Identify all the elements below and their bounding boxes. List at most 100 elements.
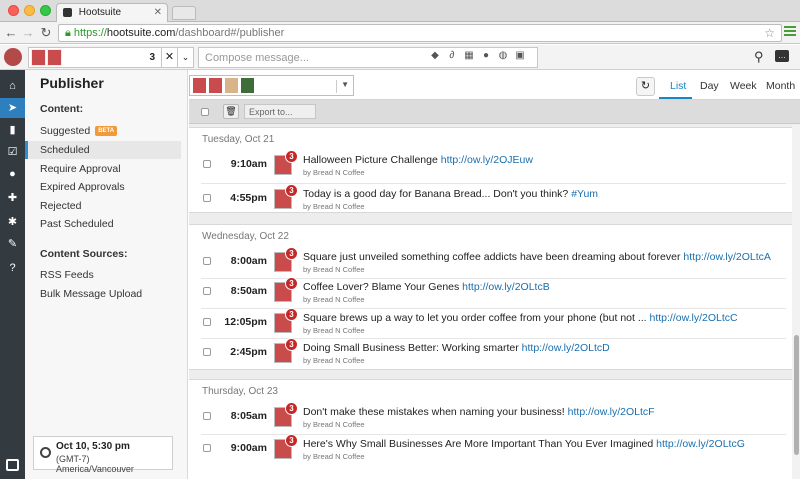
owl-logo-icon[interactable] [4,48,22,66]
lock-icon[interactable]: ▣ [515,50,525,61]
browser-tab[interactable]: Hootsuite ✕ [56,3,168,22]
url-scheme: https:// [73,27,107,39]
location-icon[interactable]: ● [481,50,491,61]
post-hashtag[interactable]: #Yum [571,188,598,200]
help-icon[interactable]: ? [0,258,25,278]
sidebar-item-rss-feeds[interactable]: RSS Feeds [25,266,181,284]
refresh-icon[interactable]: ↻ [636,77,655,96]
bookmark-star-icon[interactable]: ☆ [764,26,775,40]
tab-month[interactable]: Month [766,80,795,92]
profile-count-badge: 3 [285,247,298,260]
url-input[interactable]: 🔒︎ https://hootsuite.com/dashboard#/publi… [58,24,782,42]
post-text: Coffee Lover? Blame Your Genes http://ow… [303,281,550,293]
post-checkbox[interactable] [203,194,211,202]
analytics-icon[interactable]: ▮ [0,120,25,140]
sidebar-item-label: Past Scheduled [40,218,114,230]
browser-tab-bar: Hootsuite ✕ [0,0,800,22]
publisher-main: ▼ ↻ List Day Week Month 🗑︎ Export to... … [189,70,800,479]
post-link[interactable]: http://ow.ly/2OLtcF [568,406,655,418]
app-toolbar: 3 ✕ ⌄ Compose message... ◆ ∂ ▦ ● ◍ ▣ ⚲ … [0,45,800,70]
post-author: by Bread N Coffee [303,420,365,429]
timezone-zone: (GMT-7) America/Vancouver [56,454,134,474]
post-checkbox[interactable] [203,444,211,452]
minimize-window-button[interactable] [24,5,35,16]
sidebar-item-suggested[interactable]: Suggested BETA [25,122,181,140]
post-link[interactable]: http://ow.ly/2OLtcG [656,438,745,450]
timezone-box[interactable]: Oct 10, 5:30 pm (GMT-7) America/Vancouve… [33,436,173,474]
post-row[interactable]: 12:05pm 3 Square brews up a way to let y… [189,308,792,340]
puzzle-icon[interactable]: ✚ [0,188,25,208]
tab-day[interactable]: Day [700,80,719,92]
chat-icon[interactable]: … [775,50,789,62]
profile-count-badge: 3 [285,150,298,163]
tag-icon[interactable]: ◆ [430,50,440,61]
post-row[interactable]: 8:00am 3 Square just unveiled something … [189,247,792,279]
timezone-time: Oct 10, 5:30 pm [56,441,130,452]
post-link[interactable]: http://ow.ly/2OLtcC [650,312,738,324]
post-row[interactable]: 8:50am 3 Coffee Lover? Blame Your Genes … [189,277,792,309]
filter-profiles [192,77,255,94]
wrench-icon[interactable]: ✎ [0,234,25,254]
post-checkbox[interactable] [203,412,211,420]
sidebar-item-expired-approvals[interactable]: Expired Approvals [25,178,181,196]
post-time: 8:50am [230,285,267,297]
scrollbar-thumb[interactable] [794,335,799,455]
profile-filter-dropdown[interactable]: ▼ [189,75,354,96]
maximize-window-button[interactable] [40,5,51,16]
clear-profiles-icon[interactable]: ✕ [162,47,178,68]
day-group: Thursday, Oct 23 8:05am 3 Don't make the… [189,379,792,479]
post-row[interactable]: 9:00am 3 Here's Why Small Businesses Are… [189,434,792,466]
forward-arrow-icon[interactable]: → [21,25,35,40]
active-tab-indicator [659,97,692,99]
post-text: Square brews up a way to let you order c… [303,312,738,324]
post-checkbox[interactable] [203,257,211,265]
reload-icon[interactable]: ↻ [39,25,53,41]
profile-thumb [208,77,223,94]
post-row[interactable]: 9:10am 3 Halloween Picture Challenge htt… [189,150,792,182]
post-text: Here's Why Small Businesses Are More Imp… [303,438,745,450]
gear-icon[interactable]: ✱ [0,212,25,232]
new-tab-button[interactable] [172,6,196,20]
attachment-icon[interactable]: ∂ [447,50,457,61]
post-link[interactable]: http://ow.ly/2OJEuw [441,154,533,166]
tab-week[interactable]: Week [730,80,757,92]
home-icon[interactable]: ⌂ [0,76,25,96]
post-row[interactable]: 4:55pm 3 Today is a good day for Banana … [189,184,792,216]
profile-selector[interactable]: 3 [28,47,162,68]
sidebar-item-bulk-upload[interactable]: Bulk Message Upload [25,285,181,303]
post-time: 2:45pm [230,346,267,358]
user-icon[interactable]: ● [0,164,25,184]
checklist-icon[interactable]: ☑ [0,142,25,162]
globe-icon[interactable]: ◍ [498,50,508,61]
profile-thumb [240,77,255,94]
tab-close-icon[interactable]: ✕ [154,7,162,18]
logout-icon[interactable] [6,459,19,471]
post-link[interactable]: http://ow.ly/2OLtcA [683,251,771,263]
search-icon[interactable]: ⚲ [754,49,764,65]
paper-plane-icon[interactable]: ➤ [0,98,25,118]
post-checkbox[interactable] [203,348,211,356]
trash-icon[interactable]: 🗑︎ [223,104,239,119]
export-select[interactable]: Export to... [244,104,316,119]
post-checkbox[interactable] [203,318,211,326]
profile-dropdown-chevron-icon[interactable]: ⌄ [178,47,194,68]
sidebar-item-past-scheduled[interactable]: Past Scheduled [25,215,181,233]
post-link[interactable]: http://ow.ly/2OLtcD [522,342,610,354]
back-arrow-icon[interactable]: ← [4,25,18,40]
post-checkbox[interactable] [203,287,211,295]
sidebar-item-scheduled[interactable]: Scheduled [25,141,181,159]
tab-list[interactable]: List [670,80,686,92]
post-time: 8:05am [230,410,267,422]
calendar-icon[interactable]: ▦ [464,50,474,61]
select-all-checkbox[interactable] [201,108,209,116]
profile-thumb [224,77,239,94]
post-row[interactable]: 8:05am 3 Don't make these mistakes when … [189,402,792,434]
sidebar-item-rejected[interactable]: Rejected [25,197,181,215]
sidebar-item-require-approval[interactable]: Require Approval [25,160,181,178]
close-window-button[interactable] [8,5,19,16]
browser-menu-icon[interactable] [784,26,796,38]
post-time: 9:00am [230,442,267,454]
post-checkbox[interactable] [203,160,211,168]
post-link[interactable]: http://ow.ly/2OLtcB [462,281,550,293]
post-row[interactable]: 2:45pm 3 Doing Small Business Better: Wo… [189,338,792,370]
